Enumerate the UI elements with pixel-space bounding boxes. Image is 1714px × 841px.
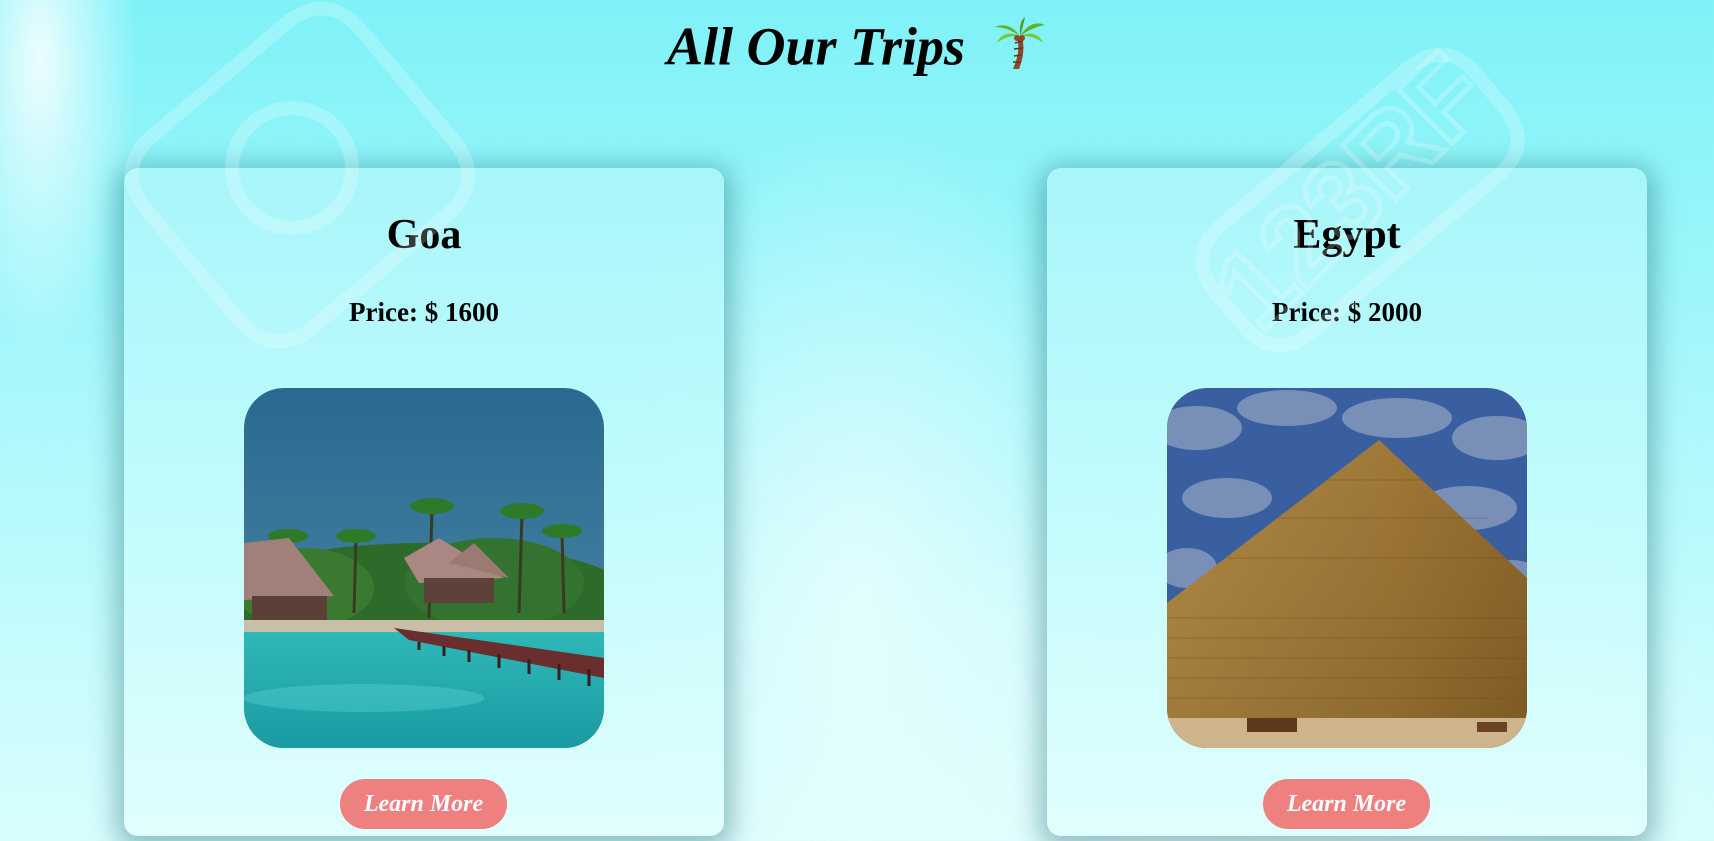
- goa-beach-resort-image: [244, 388, 604, 748]
- trip-card-goa: Goa Price: $ 1600 Learn More: [124, 168, 724, 836]
- trip-title: Egypt: [1293, 212, 1401, 258]
- page-title: All Our Trips: [0, 8, 1714, 80]
- trip-price: Price: $ 1600: [349, 297, 499, 327]
- page-title-text: All Our Trips: [666, 16, 966, 77]
- trip-card-egypt: Egypt Price: $ 2000 Learn More: [1047, 168, 1647, 836]
- egypt-pyramid-image: [1167, 388, 1527, 748]
- learn-more-button[interactable]: Learn More: [340, 779, 507, 829]
- trip-title: Goa: [386, 212, 462, 258]
- palm-tree-icon: [991, 15, 1047, 71]
- learn-more-button[interactable]: Learn More: [1263, 779, 1430, 829]
- trip-price: Price: $ 2000: [1272, 297, 1422, 327]
